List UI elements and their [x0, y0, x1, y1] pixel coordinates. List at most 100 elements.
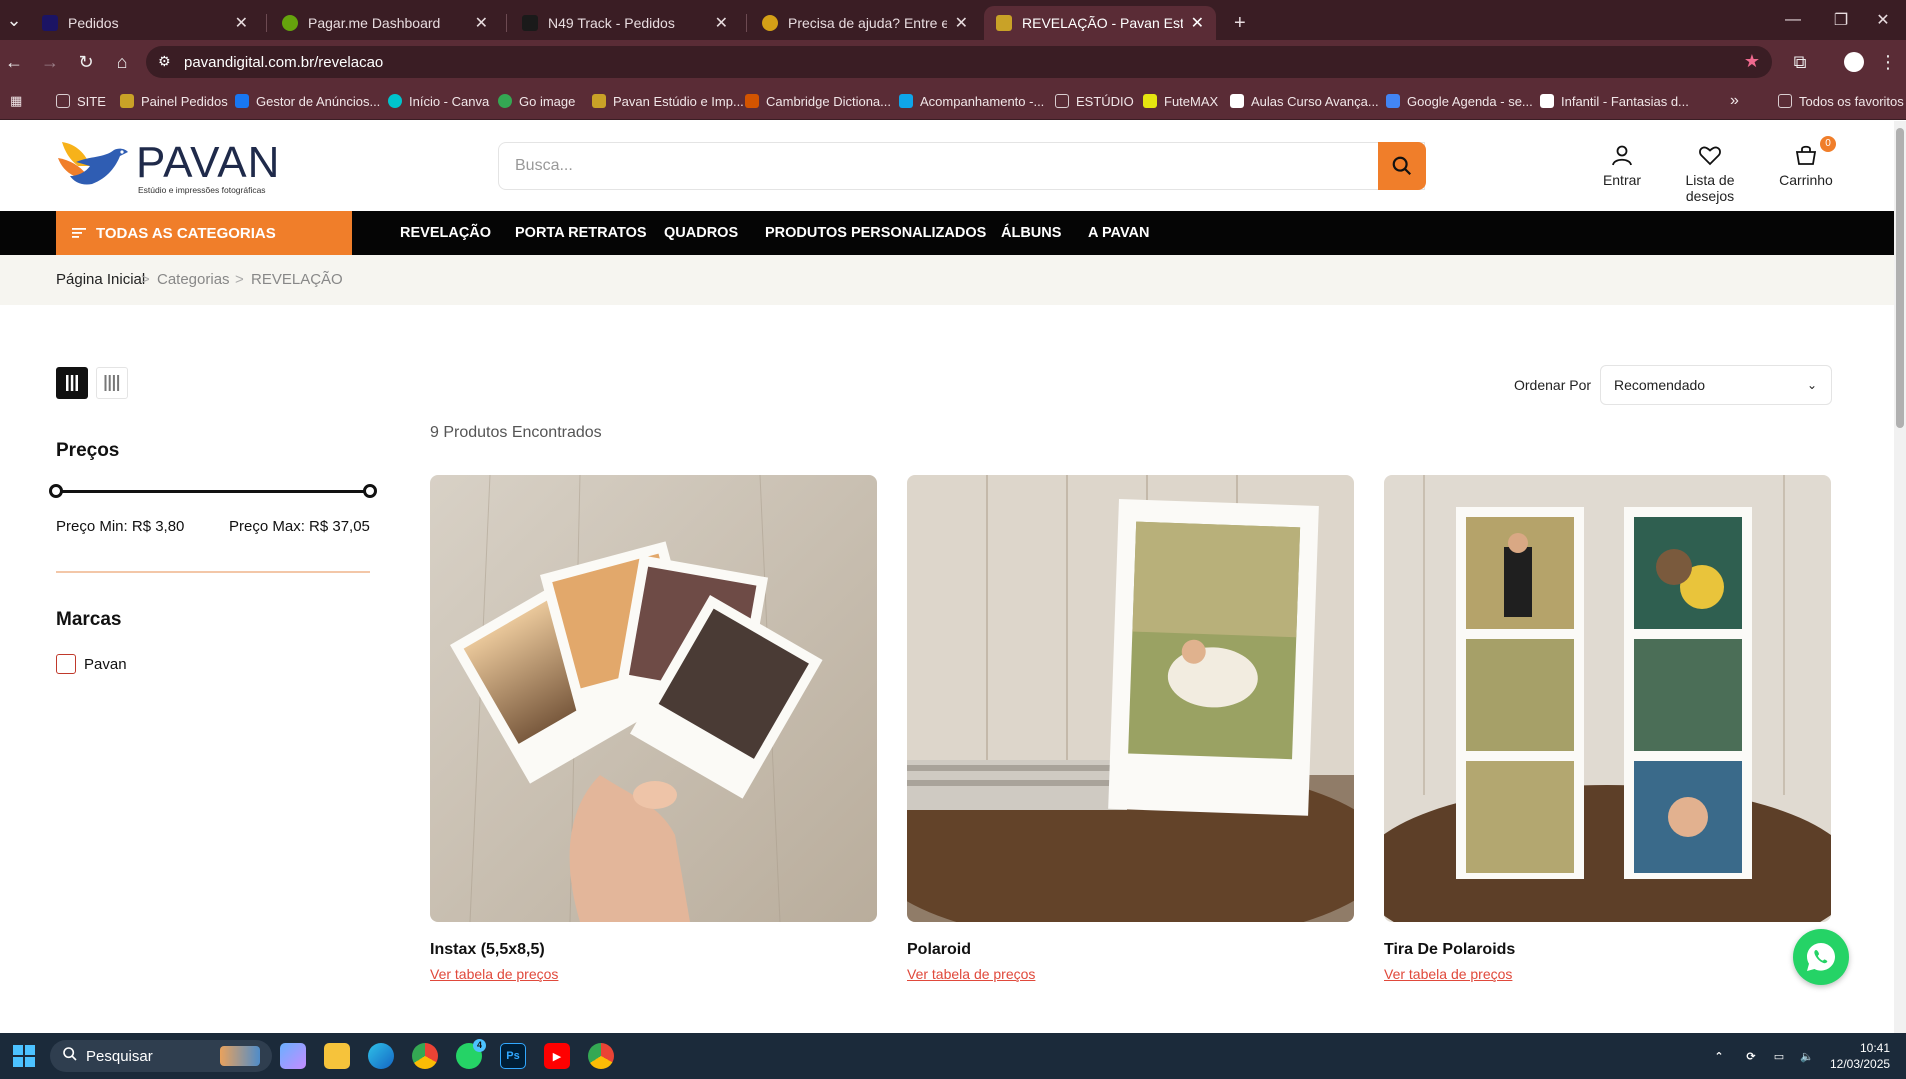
site-logo[interactable]: PAVAN Estúdio e impressões fotográficas: [56, 136, 286, 196]
all-bookmarks[interactable]: Todos os favoritos: [1778, 90, 1904, 112]
price-slider-max-handle[interactable]: [363, 484, 377, 498]
address-bar[interactable]: ⚙ pavandigital.com.br/revelacao ★: [146, 46, 1772, 78]
close-tab-icon[interactable]: ✕: [1191, 13, 1204, 33]
bookmark-aulas[interactable]: Aulas Curso Avança...: [1230, 90, 1379, 112]
chrome-icon[interactable]: [412, 1043, 438, 1069]
product-image-polaroid[interactable]: [907, 475, 1354, 922]
wishlist-button[interactable]: Lista de desejos: [1660, 143, 1760, 204]
browser-tab-3[interactable]: N49 Track - Pedidos ✕: [510, 6, 740, 40]
taskbar-search[interactable]: Pesquisar: [50, 1040, 272, 1072]
bookmark-infantil[interactable]: Infantil - Fantasias d...: [1540, 90, 1689, 112]
whatsapp-chat-button[interactable]: [1793, 929, 1849, 985]
network-icon[interactable]: ▭: [1766, 1043, 1792, 1069]
extensions-icon[interactable]: ⧉: [1786, 48, 1814, 76]
bookmark-gestor-anuncios[interactable]: Gestor de Anúncios...: [235, 90, 380, 112]
product-title-instax[interactable]: Instax (5,5x8,5): [430, 941, 545, 959]
meta-icon: [235, 94, 249, 108]
tab-search-chevron-icon[interactable]: ⌄: [0, 6, 28, 34]
bookmark-estudio[interactable]: ESTÚDIO: [1055, 90, 1134, 112]
nav-quadros[interactable]: QUADROS: [664, 225, 738, 241]
price-max-label: Preço Max: R$ 37,05: [229, 518, 370, 535]
product-title-tira-polaroids[interactable]: Tira De Polaroids: [1384, 941, 1515, 959]
brand-checkbox-pavan[interactable]: [56, 654, 76, 674]
product-image-instax[interactable]: [430, 475, 877, 922]
product-title-polaroid[interactable]: Polaroid: [907, 941, 971, 959]
file-explorer-icon[interactable]: [324, 1043, 350, 1069]
breadcrumb-categorias[interactable]: Categorias: [157, 271, 230, 288]
nav-porta-retratos[interactable]: PORTA RETRATOS: [515, 225, 647, 241]
back-icon[interactable]: ←: [0, 48, 28, 76]
close-tab-icon[interactable]: ✕: [715, 13, 728, 33]
close-tab-icon[interactable]: ✕: [475, 13, 488, 33]
bookmark-pavan[interactable]: Pavan Estúdio e Imp...: [592, 90, 744, 112]
product-price-table-link-polaroid[interactable]: Ver tabela de preços: [907, 966, 1035, 982]
brand-label-pavan[interactable]: Pavan: [84, 656, 127, 673]
all-categories-button[interactable]: TODAS AS CATEGORIAS: [56, 211, 352, 255]
logo-tagline: Estúdio e impressões fotográficas: [138, 185, 266, 195]
product-image-tira-polaroids[interactable]: [1384, 475, 1831, 922]
tab-title: REVELAÇÃO - Pavan Estúdio e I: [1022, 15, 1183, 31]
bookmark-star-icon[interactable]: ★: [1744, 51, 1760, 72]
browser-tab-1[interactable]: Pedidos ✕: [30, 6, 260, 40]
close-window-icon[interactable]: ✕: [1856, 0, 1906, 40]
scrollbar-thumb[interactable]: [1896, 128, 1904, 428]
profile-avatar[interactable]: [1840, 48, 1868, 76]
edge-icon[interactable]: [368, 1043, 394, 1069]
breadcrumb-separator: >: [235, 271, 244, 288]
nav-a-pavan[interactable]: A PAVAN: [1088, 225, 1150, 241]
browser-menu-icon[interactable]: ⋮: [1874, 48, 1902, 76]
login-label: Entrar: [1602, 172, 1642, 188]
browser-tab-4[interactable]: Precisa de ajuda? Entre em cont ✕: [750, 6, 980, 40]
bookmark-painel-pedidos[interactable]: Painel Pedidos: [120, 90, 228, 112]
bookmark-google-agenda[interactable]: Google Agenda - se...: [1386, 90, 1533, 112]
whatsapp-taskbar-icon[interactable]: 4: [456, 1039, 486, 1069]
bookmark-favicon-icon: [1143, 94, 1157, 108]
browser-tab-2[interactable]: Pagar.me Dashboard ✕: [270, 6, 500, 40]
price-slider-min-handle[interactable]: [49, 484, 63, 498]
bookmarks-overflow-icon[interactable]: »: [1730, 90, 1739, 112]
apps-grid-icon[interactable]: ▦: [10, 90, 22, 112]
product-price-table-link-instax[interactable]: Ver tabela de preços: [430, 966, 558, 982]
site-info-icon[interactable]: ⚙: [158, 53, 171, 70]
products-found-count: 9 Produtos Encontrados: [430, 424, 602, 441]
clock[interactable]: 10:41 12/03/2025: [1830, 1040, 1890, 1072]
copilot-icon[interactable]: [280, 1043, 306, 1069]
product-price-table-link-tira-polaroids[interactable]: Ver tabela de preços: [1384, 966, 1512, 982]
bookmark-site[interactable]: SITE: [56, 90, 106, 112]
price-slider-track[interactable]: [56, 490, 370, 493]
bookmark-futemax[interactable]: FuteMAX: [1143, 90, 1218, 112]
browser-tab-active[interactable]: REVELAÇÃO - Pavan Estúdio e I ✕: [984, 6, 1216, 40]
grid-3-view-button[interactable]: [56, 367, 88, 399]
windows-start-icon[interactable]: [11, 1043, 37, 1069]
grid-4-view-button[interactable]: [96, 367, 128, 399]
bookmark-favicon-icon: [899, 94, 913, 108]
sync-icon[interactable]: ⟳: [1738, 1043, 1764, 1069]
all-categories-label: TODAS AS CATEGORIAS: [96, 224, 276, 242]
chrome-profile-icon[interactable]: [588, 1043, 614, 1069]
home-icon[interactable]: ⌂: [108, 48, 136, 76]
close-tab-icon[interactable]: ✕: [955, 13, 968, 33]
bookmark-go-image[interactable]: Go image: [498, 90, 575, 112]
bookmark-canva[interactable]: Início - Canva: [388, 90, 489, 112]
close-tab-icon[interactable]: ✕: [235, 13, 248, 33]
youtube-icon[interactable]: ▶: [544, 1043, 570, 1069]
sort-select[interactable]: Recomendado ⌄: [1600, 365, 1832, 405]
show-hidden-icons-icon[interactable]: ⌃: [1706, 1043, 1732, 1069]
forward-icon[interactable]: →: [36, 48, 64, 76]
photoshop-icon[interactable]: Ps: [500, 1043, 526, 1069]
volume-icon[interactable]: 🔈: [1794, 1043, 1820, 1069]
nav-produtos-personalizados[interactable]: PRODUTOS PERSONALIZADOS: [765, 225, 986, 241]
logo-wordmark: PAVAN: [136, 138, 281, 187]
search-input[interactable]: Busca...: [498, 142, 1425, 190]
new-tab-button[interactable]: +: [1222, 6, 1252, 40]
nav-revelacao[interactable]: REVELAÇÃO: [400, 225, 491, 241]
reload-icon[interactable]: ↻: [72, 48, 100, 76]
login-button[interactable]: Entrar: [1600, 143, 1644, 188]
bookmark-cambridge[interactable]: Cambridge Dictiona...: [745, 90, 891, 112]
nav-albuns[interactable]: ÁLBUNS: [1001, 225, 1061, 241]
breadcrumb-home[interactable]: Página Inicial: [56, 271, 145, 288]
bookmark-acompanhamento[interactable]: Acompanhamento -...: [899, 90, 1044, 112]
heart-icon: [1699, 146, 1721, 166]
minimize-icon[interactable]: —: [1766, 0, 1820, 40]
search-button[interactable]: [1378, 142, 1426, 190]
